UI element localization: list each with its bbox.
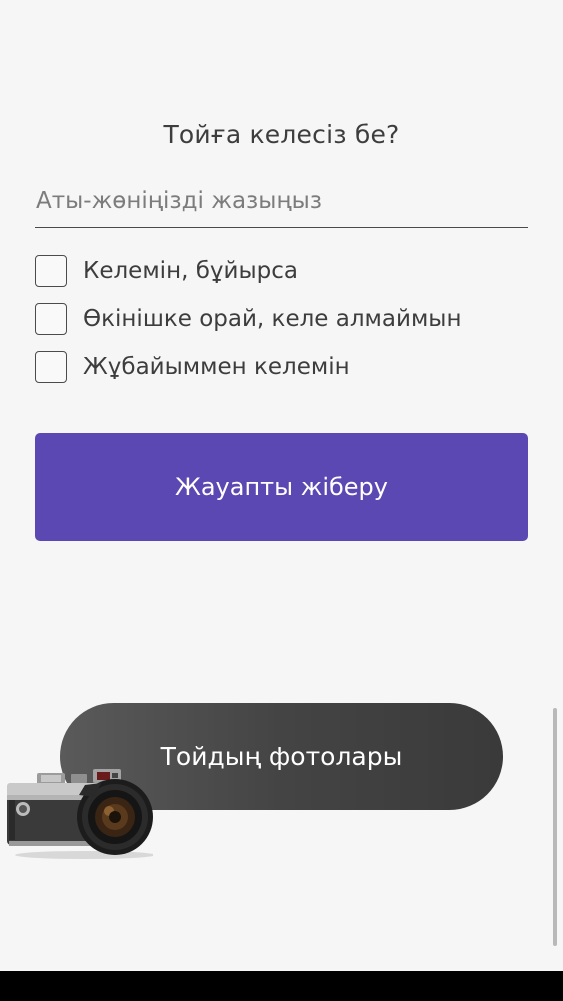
option-label: Өкінішке орай, келе алмаймын — [83, 306, 462, 332]
option-label: Жұбайыммен келемін — [83, 354, 350, 380]
option-with-spouse[interactable]: Жұбайыммен келемін — [35, 349, 545, 385]
submit-button[interactable]: Жауапты жіберу — [35, 433, 528, 541]
system-navigation-bar — [0, 971, 563, 1001]
screen: Тойға келесіз бе? Келемін, бұйырса Өкіні… — [0, 0, 563, 971]
name-input[interactable] — [35, 180, 528, 228]
option-not-attending[interactable]: Өкінішке орай, келе алмаймын — [35, 301, 545, 337]
rsvp-question: Тойға келесіз бе? — [163, 120, 400, 149]
attending-checkbox[interactable] — [35, 255, 67, 287]
not-attending-checkbox[interactable] — [35, 303, 67, 335]
with-spouse-checkbox[interactable] — [35, 351, 67, 383]
camera-icon — [7, 769, 153, 859]
option-label: Келемін, бұйырса — [83, 258, 298, 284]
rsvp-options: Келемін, бұйырса Өкінішке орай, келе алм… — [35, 253, 545, 397]
scrollbar[interactable] — [553, 708, 557, 946]
option-attending[interactable]: Келемін, бұйырса — [35, 253, 545, 289]
